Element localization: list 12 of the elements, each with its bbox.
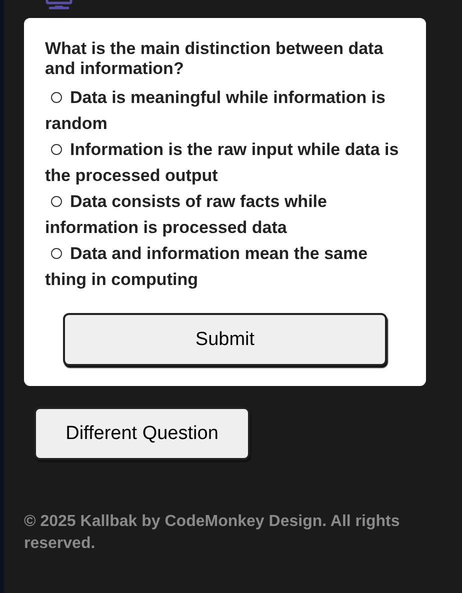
different-question-button[interactable]: Different Question [34,407,250,460]
radio-button[interactable] [51,92,62,103]
radio-button[interactable] [51,248,62,259]
answer-option[interactable]: Information is the raw input while data is the processed output [45,137,405,189]
footer-text: © 2025 Kallbak by CodeMonkey Design. All rights reserved. [24,512,401,554]
radio-button[interactable] [51,144,62,155]
submit-button[interactable]: Submit [63,313,387,366]
answer-option[interactable]: Data is meaningful while information is random [45,85,405,137]
answer-option[interactable]: Data and information mean the same thing in computing [45,241,405,293]
radio-button[interactable] [51,196,62,207]
question-text: What is the main distinction between data and information? [45,39,384,79]
answer-option[interactable]: Data consists of raw facts while information is processed data [45,189,405,241]
